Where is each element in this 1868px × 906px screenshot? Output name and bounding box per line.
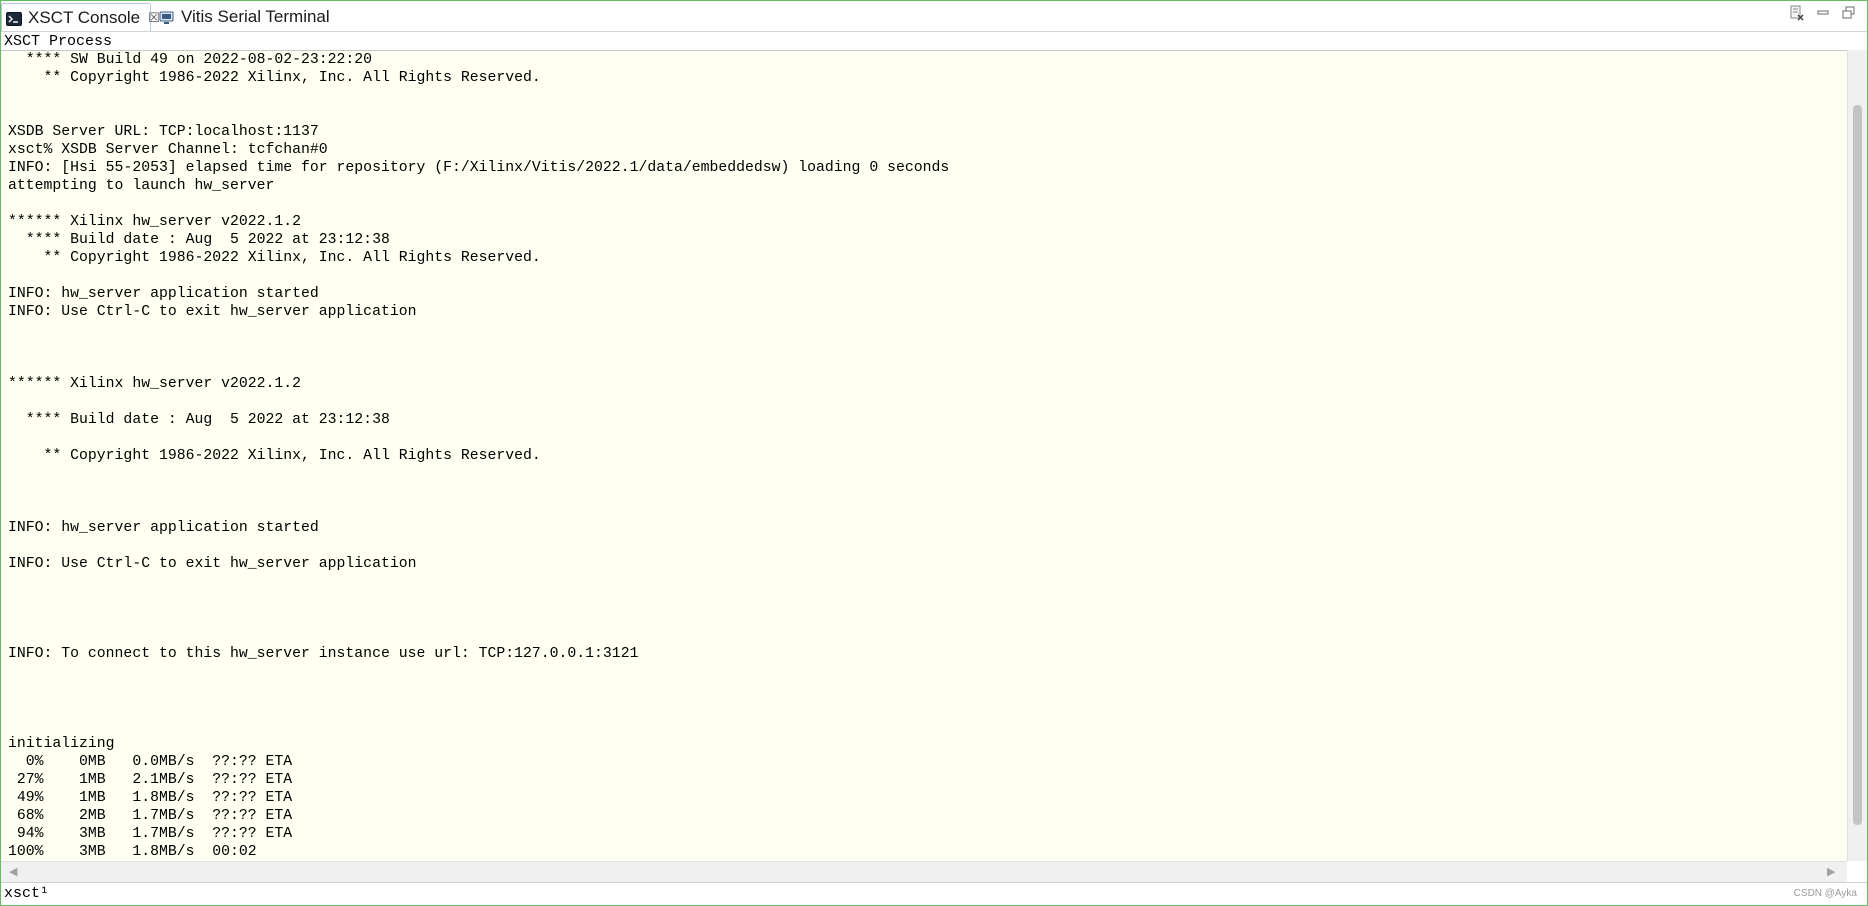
monitor-terminal-icon — [159, 10, 175, 24]
console-line: INFO: hw_server application started — [8, 520, 319, 536]
console-line: 68% 2MB 1.7MB/s ??:?? ETA — [8, 808, 293, 824]
console-line: 27% 1MB 2.1MB/s ??:?? ETA — [8, 772, 293, 788]
console-line: INFO: Use Ctrl-C to exit hw_server appli… — [8, 556, 417, 572]
command-input-row[interactable]: xsct¹ CSDN @Ayka — [1, 882, 1867, 905]
console-line: 94% 3MB 1.7MB/s ??:?? ETA — [8, 826, 293, 842]
clear-console-icon[interactable] — [1789, 5, 1805, 21]
vertical-scroll-thumb[interactable] — [1853, 105, 1862, 825]
process-label: XSCT Process — [4, 33, 113, 50]
console-text: **** SW Build 49 on 2022-08-02-23:22:20 … — [1, 51, 1847, 861]
view-toolbar — [1789, 5, 1857, 21]
console-line: INFO: [Hsi 55-2053] elapsed time for rep… — [8, 160, 950, 176]
view-tab-bar: XSCT Console ☒ Vitis Serial Terminal — [1, 1, 1867, 32]
tab-vitis-serial-terminal[interactable]: Vitis Serial Terminal — [155, 3, 330, 31]
console-line: **** SW Build 49 on 2022-08-02-23:22:20 — [8, 52, 373, 68]
console-line: 49% 1MB 1.8MB/s ??:?? ETA — [8, 790, 293, 806]
maximize-icon[interactable] — [1841, 5, 1857, 21]
tab-label: XSCT Console — [28, 7, 141, 27]
console-line: **** Build date : Aug 5 2022 at 23:12:38 — [8, 232, 390, 248]
console-line: INFO: To connect to this hw_server insta… — [8, 646, 639, 662]
vertical-scrollbar[interactable] — [1847, 50, 1867, 861]
console-line: **** Build date : Aug 5 2022 at 23:12:38 — [8, 412, 390, 428]
console-line: XSDB Server URL: TCP:localhost:1137 — [8, 124, 319, 140]
scroll-left-arrow-icon[interactable]: ◀ — [9, 865, 17, 878]
horizontal-scrollbar[interactable]: ◀ ▶ — [1, 861, 1847, 882]
console-line: attempting to launch hw_server — [8, 178, 275, 194]
console-line: INFO: hw_server application started — [8, 286, 319, 302]
terminal-console-icon — [6, 11, 22, 26]
scroll-right-arrow-icon[interactable]: ▶ — [1827, 865, 1835, 878]
console-line: ****** Xilinx hw_server v2022.1.2 — [8, 376, 302, 392]
command-prompt[interactable]: xsct¹ — [4, 885, 49, 902]
tab-xsct-console[interactable]: XSCT Console ☒ — [1, 3, 160, 31]
console-line: xsct% XSDB Server Channel: tcfchan#0 — [8, 142, 328, 158]
console-line: ****** Xilinx hw_server v2022.1.2 — [8, 214, 302, 230]
console-line: 100% 3MB 1.8MB/s 00:02 — [8, 844, 257, 860]
xsct-console-window: XSCT Console ☒ Vitis Serial Terminal XSC… — [0, 0, 1868, 906]
console-line: initializing — [8, 736, 115, 752]
console-line: ** Copyright 1986-2022 Xilinx, Inc. All … — [8, 70, 541, 86]
console-line: INFO: Use Ctrl-C to exit hw_server appli… — [8, 304, 417, 320]
tab-label: Vitis Serial Terminal — [181, 7, 330, 26]
console-line: ** Copyright 1986-2022 Xilinx, Inc. All … — [8, 448, 541, 464]
minimize-icon[interactable] — [1815, 5, 1831, 21]
watermark: CSDN @Ayka — [1793, 888, 1857, 899]
console-line: ** Copyright 1986-2022 Xilinx, Inc. All … — [8, 250, 541, 266]
console-line: 0% 0MB 0.0MB/s ??:?? ETA — [8, 754, 293, 770]
console-output[interactable]: **** SW Build 49 on 2022-08-02-23:22:20 … — [1, 50, 1847, 862]
